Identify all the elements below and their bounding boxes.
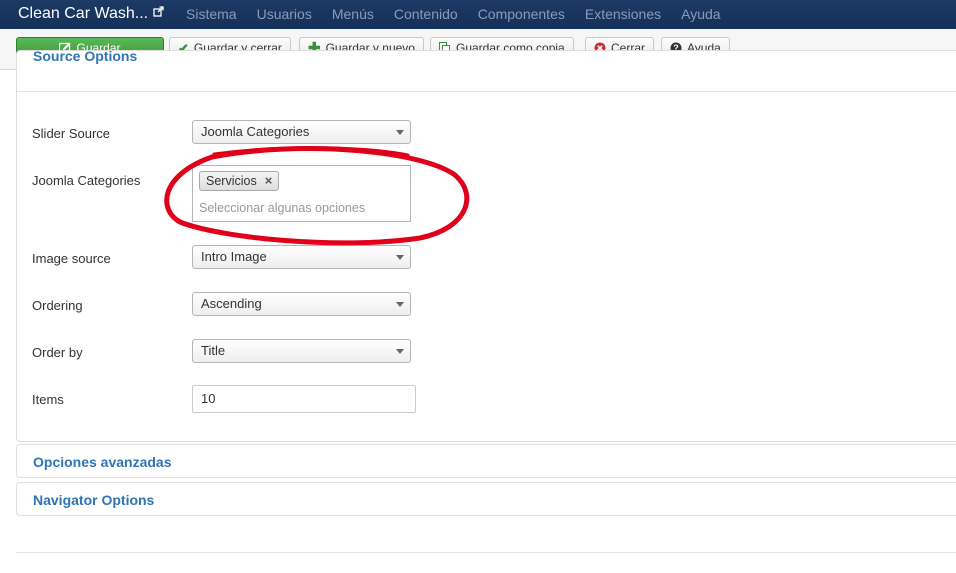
ordering-select[interactable]: Ascending xyxy=(192,292,411,316)
menu-item-sistema[interactable]: Sistema xyxy=(176,0,247,29)
remove-chip-icon[interactable]: × xyxy=(265,172,273,190)
source-options-panel: Source Options xyxy=(16,48,956,442)
image-source-label: Image source xyxy=(32,251,111,266)
multiselect-placeholder[interactable]: Seleccionar algunas opciones xyxy=(199,201,365,215)
joomla-categories-multiselect[interactable]: Servicios × Seleccionar algunas opciones xyxy=(192,165,411,222)
image-source-value: Intro Image xyxy=(201,249,267,264)
items-label: Items xyxy=(32,392,64,407)
chevron-down-icon xyxy=(396,302,404,307)
source-options-title[interactable]: Source Options xyxy=(33,48,137,64)
items-input[interactable]: 10 xyxy=(192,385,416,413)
slider-source-select[interactable]: Joomla Categories xyxy=(192,120,411,144)
ordering-value: Ascending xyxy=(201,296,262,311)
top-navbar: Clean Car Wash... Sistema Usuarios Menús… xyxy=(0,0,956,30)
panel-divider xyxy=(17,91,956,92)
menu-item-extensiones[interactable]: Extensiones xyxy=(575,0,671,29)
selected-chip-servicios: Servicios × xyxy=(199,171,280,191)
chevron-down-icon xyxy=(396,349,404,354)
chevron-down-icon xyxy=(396,255,404,260)
navigator-options-panel[interactable]: Navigator Options xyxy=(16,482,956,516)
order-by-select[interactable]: Title xyxy=(192,339,411,363)
main-menu: Sistema Usuarios Menús Contenido Compone… xyxy=(176,0,731,29)
advanced-options-panel[interactable]: Opciones avanzadas xyxy=(16,444,956,478)
slider-source-label: Slider Source xyxy=(32,126,111,141)
navigator-options-title[interactable]: Navigator Options xyxy=(33,492,154,508)
menu-item-menus[interactable]: Menús xyxy=(322,0,384,29)
content-area: Source Options Slider Source Joomla Cate… xyxy=(0,48,956,573)
chip-label: Servicios xyxy=(206,174,257,188)
site-brand-label: Clean Car Wash... xyxy=(18,5,149,22)
menu-item-componentes[interactable]: Componentes xyxy=(468,0,575,29)
chevron-down-icon xyxy=(396,130,404,135)
footer-divider xyxy=(16,552,956,553)
advanced-options-title[interactable]: Opciones avanzadas xyxy=(33,454,172,470)
site-brand[interactable]: Clean Car Wash... xyxy=(18,4,164,23)
menu-item-ayuda[interactable]: Ayuda xyxy=(671,0,730,29)
slider-source-value: Joomla Categories xyxy=(201,124,310,139)
order-by-value: Title xyxy=(201,343,226,358)
ordering-label: Ordering xyxy=(32,298,83,313)
menu-item-usuarios[interactable]: Usuarios xyxy=(247,0,322,29)
menu-item-contenido[interactable]: Contenido xyxy=(384,0,468,29)
image-source-select[interactable]: Intro Image xyxy=(192,245,411,269)
items-value: 10 xyxy=(201,391,216,406)
joomla-categories-label: Joomla Categories xyxy=(32,173,141,188)
order-by-label: Order by xyxy=(32,345,83,360)
external-link-icon xyxy=(153,4,164,22)
